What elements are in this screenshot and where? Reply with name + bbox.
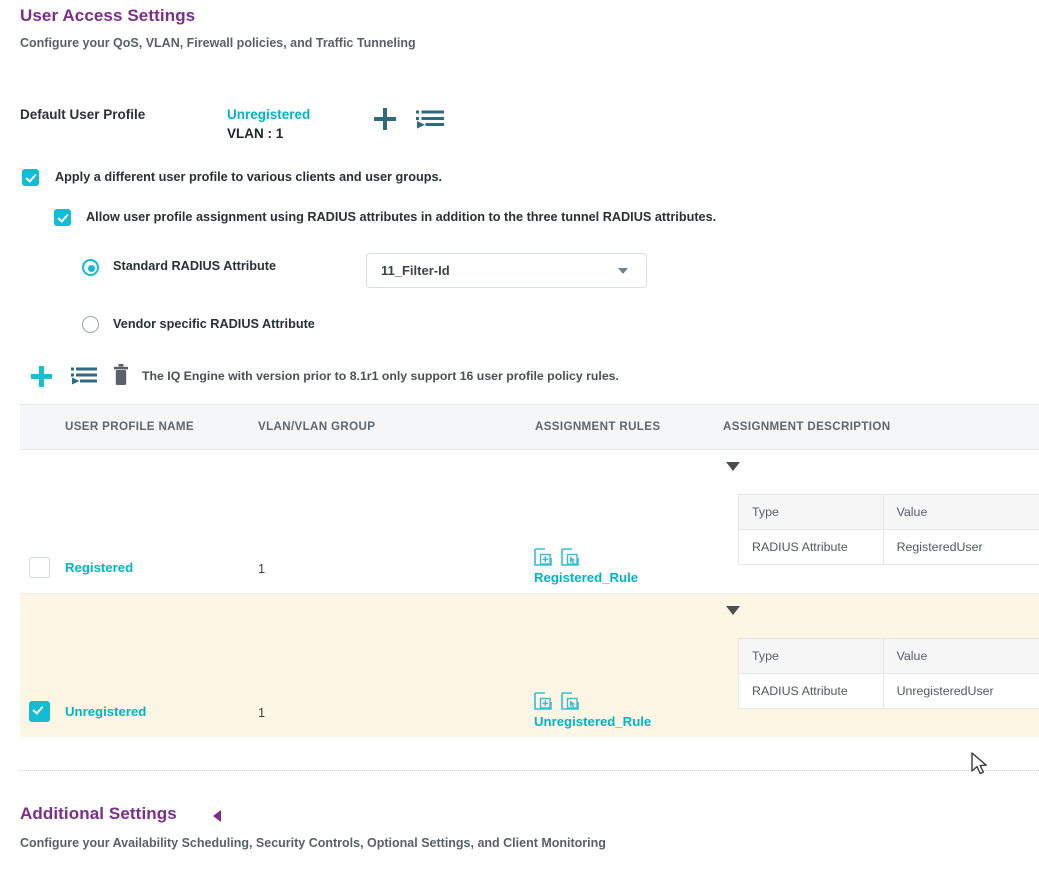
caret-down-icon[interactable] bbox=[726, 462, 740, 471]
apply-different-profile-checkbox[interactable] bbox=[22, 169, 39, 186]
description-col-type: Type bbox=[739, 495, 884, 530]
column-header-user-profile-name[interactable]: USER PROFILE NAME bbox=[65, 420, 194, 433]
description-data-row: RADIUS Attribute UnregisteredUser bbox=[739, 674, 1039, 708]
row-select-checkbox[interactable] bbox=[29, 701, 50, 722]
description-col-value: Value bbox=[883, 639, 1039, 674]
allow-radius-assignment-label: Allow user profile assignment using RADI… bbox=[86, 210, 717, 224]
radius-attribute-select-value: 11_Filter-Id bbox=[381, 263, 450, 278]
assign-list-icon[interactable] bbox=[416, 110, 444, 129]
radio-vendor-specific-radius-attribute-label: Vendor specific RADIUS Attribute bbox=[113, 317, 315, 331]
description-header-row: Type Value bbox=[739, 495, 1039, 530]
table-header-row: USER PROFILE NAME VLAN/VLAN GROUP ASSIGN… bbox=[20, 404, 1039, 450]
user-profile-name[interactable]: Registered bbox=[65, 560, 133, 575]
policy-rule-note: The IQ Engine with version prior to 8.1r… bbox=[142, 369, 619, 383]
column-header-assignment-rules[interactable]: ASSIGNMENT RULES bbox=[535, 420, 660, 433]
row-select-checkbox[interactable] bbox=[29, 557, 50, 578]
assignment-rule-name[interactable]: Unregistered_Rule bbox=[534, 714, 651, 729]
add-rule-icon[interactable] bbox=[534, 548, 552, 566]
additional-settings-subtitle: Configure your Availability Scheduling, … bbox=[20, 836, 606, 850]
assignment-description-table: Type Value RADIUS Attribute Unregistered… bbox=[738, 638, 1039, 709]
select-rule-icon-svg bbox=[561, 692, 579, 710]
assignment-rule-name[interactable]: Registered_Rule bbox=[534, 570, 638, 585]
add-user-profile-button[interactable] bbox=[31, 366, 52, 387]
caret-down-icon[interactable] bbox=[726, 606, 740, 615]
radio-vendor-specific-radius-attribute[interactable] bbox=[82, 316, 99, 333]
plus-icon[interactable] bbox=[374, 108, 396, 130]
assign-list-icon[interactable] bbox=[71, 367, 97, 385]
default-user-profile-value[interactable]: Unregistered bbox=[227, 107, 310, 122]
assignment-description-table: Type Value RADIUS Attribute RegisteredUs… bbox=[738, 494, 1039, 565]
description-value-value: UnregisteredUser bbox=[884, 674, 1039, 708]
add-rule-icon[interactable] bbox=[534, 692, 552, 710]
add-rule-icon-svg bbox=[534, 548, 552, 566]
radius-attribute-select[interactable]: 11_Filter-Id bbox=[366, 253, 647, 288]
trash-icon[interactable] bbox=[113, 364, 129, 391]
user-access-settings-page: User Access Settings Configure your QoS,… bbox=[0, 0, 1039, 873]
vlan-value: 1 bbox=[258, 705, 266, 720]
select-rule-icon[interactable] bbox=[561, 548, 579, 566]
chevron-down-icon bbox=[618, 267, 628, 274]
mouse-cursor bbox=[971, 752, 989, 783]
user-profile-table: USER PROFILE NAME VLAN/VLAN GROUP ASSIGN… bbox=[20, 404, 1039, 737]
radio-standard-radius-attribute-label: Standard RADIUS Attribute bbox=[113, 259, 277, 273]
add-rule-icon-svg bbox=[534, 692, 552, 710]
assign-list-icon-svg bbox=[71, 367, 97, 385]
default-user-profile-vlan: VLAN : 1 bbox=[227, 126, 284, 141]
page-title: User Access Settings bbox=[20, 6, 196, 25]
user-profile-name[interactable]: Unregistered bbox=[65, 704, 146, 719]
description-data-row: RADIUS Attribute RegisteredUser bbox=[739, 530, 1039, 564]
additional-settings-title[interactable]: Additional Settings bbox=[20, 804, 177, 824]
radio-standard-radius-attribute[interactable] bbox=[82, 259, 99, 276]
page-subtitle: Configure your QoS, VLAN, Firewall polic… bbox=[20, 36, 416, 50]
default-user-profile-label: Default User Profile bbox=[20, 107, 146, 122]
description-value-value: RegisteredUser bbox=[884, 530, 1039, 564]
section-divider bbox=[20, 770, 1039, 771]
cursor-arrow-icon bbox=[971, 752, 987, 775]
description-col-value: Value bbox=[883, 495, 1039, 530]
caret-left-icon[interactable] bbox=[213, 810, 221, 822]
assign-list-icon-svg bbox=[416, 110, 444, 129]
description-type-value: RADIUS Attribute bbox=[739, 530, 884, 564]
trash-icon-svg bbox=[114, 364, 128, 385]
select-rule-icon[interactable] bbox=[561, 692, 579, 710]
description-col-type: Type bbox=[739, 639, 884, 674]
description-type-value: RADIUS Attribute bbox=[739, 674, 884, 708]
table-row[interactable]: Registered 1 Registered_Rule Type Value … bbox=[20, 450, 1039, 594]
table-row[interactable]: Unregistered 1 Unregistered_Rule Type Va… bbox=[20, 594, 1039, 737]
apply-different-profile-label: Apply a different user profile to variou… bbox=[55, 170, 443, 184]
allow-radius-assignment-checkbox[interactable] bbox=[54, 209, 71, 226]
column-header-assignment-description[interactable]: ASSIGNMENT DESCRIPTION bbox=[723, 420, 890, 433]
column-header-vlan-vlan-group[interactable]: VLAN/VLAN GROUP bbox=[258, 420, 375, 433]
vlan-value: 1 bbox=[258, 561, 266, 576]
description-header-row: Type Value bbox=[739, 639, 1039, 674]
select-rule-icon-svg bbox=[561, 548, 579, 566]
